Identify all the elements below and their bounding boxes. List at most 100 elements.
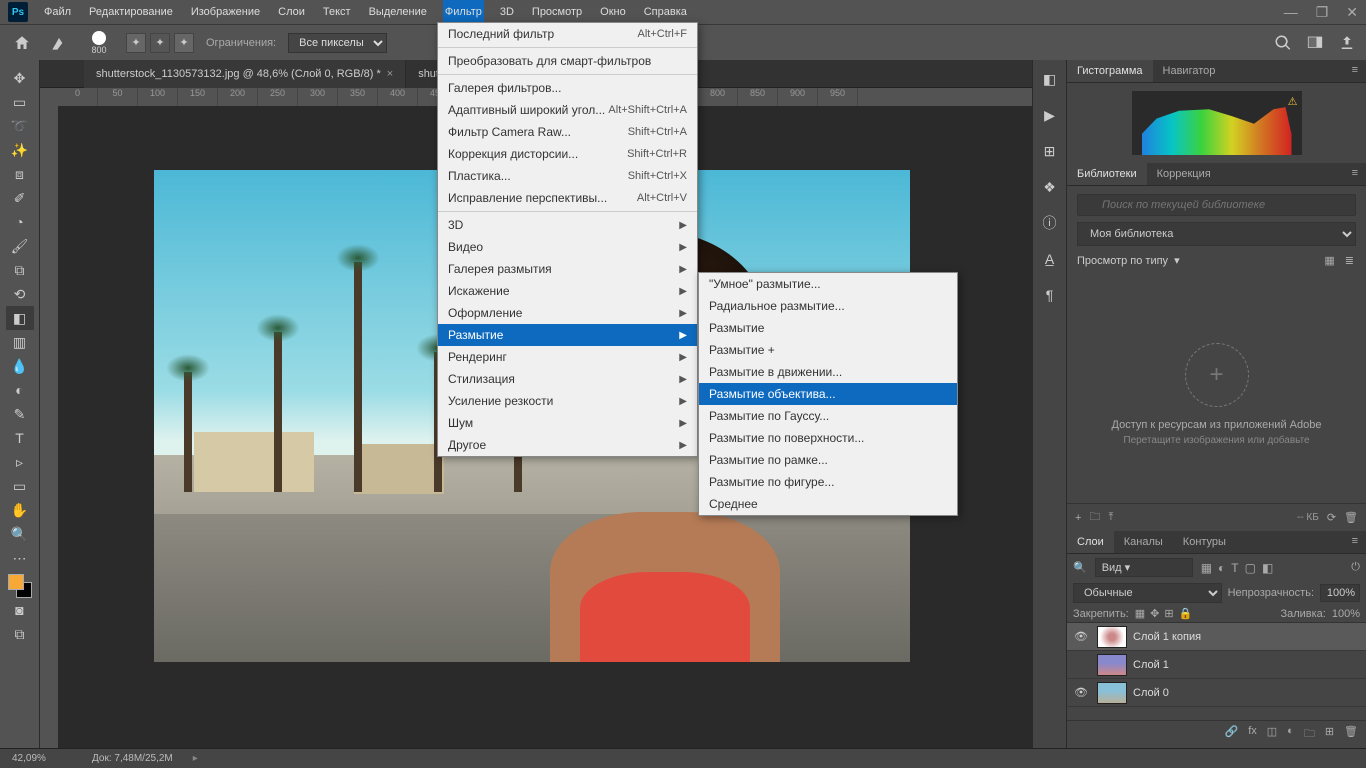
styles-panel-icon[interactable]: ❖ bbox=[1039, 176, 1061, 198]
layer-mask-icon[interactable]: ◫ bbox=[1267, 725, 1277, 744]
menu-item[interactable]: "Умное" размытие... bbox=[699, 273, 957, 295]
tab-layers[interactable]: Слои bbox=[1067, 531, 1114, 553]
tab-adjustments[interactable]: Коррекция bbox=[1147, 163, 1221, 185]
tool-crop[interactable]: ⧈ bbox=[6, 162, 34, 186]
upload-icon[interactable]: ⤒ bbox=[1108, 511, 1113, 524]
limits-select[interactable]: Все пикселы bbox=[288, 33, 387, 53]
tool-lasso[interactable]: ➰ bbox=[6, 114, 34, 138]
menu-item[interactable]: Размытие + bbox=[699, 339, 957, 361]
menu-item[interactable]: Стилизация▶ bbox=[438, 368, 697, 390]
list-view-icon[interactable]: ≣ bbox=[1343, 252, 1356, 269]
tool-shape[interactable]: ▭ bbox=[6, 474, 34, 498]
foreground-color[interactable] bbox=[8, 574, 24, 590]
lock-pixels-icon[interactable]: ▦ bbox=[1135, 607, 1145, 620]
library-search-input[interactable] bbox=[1077, 194, 1356, 216]
layer-group-icon[interactable]: 🗀 bbox=[1304, 725, 1315, 744]
menu-item[interactable]: Фильтр Camera Raw...Shift+Ctrl+A bbox=[438, 121, 697, 143]
layer-name[interactable]: Слой 1 bbox=[1133, 659, 1169, 671]
tab-histogram[interactable]: Гистограмма bbox=[1067, 60, 1153, 82]
filter-adjust-icon[interactable]: ◐ bbox=[1218, 561, 1225, 575]
menu-item[interactable]: Последний фильтрAlt+Ctrl+F bbox=[438, 23, 697, 45]
menu-item[interactable]: Коррекция дисторсии...Shift+Ctrl+R bbox=[438, 143, 697, 165]
close-icon[interactable]: ✕ bbox=[1346, 4, 1358, 21]
minimize-icon[interactable]: — bbox=[1284, 4, 1298, 21]
tool-dodge[interactable]: ◐ bbox=[6, 378, 34, 402]
layer-thumbnail[interactable] bbox=[1097, 682, 1127, 704]
layer-row[interactable]: Слой 1 bbox=[1067, 651, 1366, 679]
tool-magic-wand[interactable]: ✨ bbox=[6, 138, 34, 162]
tool-clone[interactable]: ⧉ bbox=[6, 258, 34, 282]
menu-item[interactable]: Размытие объектива... bbox=[699, 383, 957, 405]
maximize-icon[interactable]: ❐ bbox=[1316, 4, 1329, 21]
menu-item[interactable]: Размытие по поверхности... bbox=[699, 427, 957, 449]
visibility-icon[interactable]: 👁 bbox=[1071, 630, 1091, 643]
menu-item[interactable]: Исправление перспективы...Alt+Ctrl+V bbox=[438, 187, 697, 209]
layer-row[interactable]: 👁 Слой 0 bbox=[1067, 679, 1366, 707]
menu-window[interactable]: Окно bbox=[598, 0, 628, 24]
adjustment-layer-icon[interactable]: ◐ bbox=[1287, 725, 1294, 744]
tool-move[interactable]: ✥ bbox=[6, 66, 34, 90]
home-icon[interactable] bbox=[10, 31, 34, 55]
brush-preview[interactable]: 800 bbox=[84, 28, 114, 58]
close-icon[interactable]: × bbox=[387, 68, 393, 80]
tool-marquee[interactable]: ▭ bbox=[6, 90, 34, 114]
tool-edit-toolbar[interactable]: ⋯ bbox=[6, 546, 34, 570]
character-panel-icon[interactable]: A̲ bbox=[1039, 248, 1061, 270]
screen-mode-icon[interactable]: ⧉ bbox=[6, 622, 34, 646]
search-icon[interactable] bbox=[1274, 34, 1292, 52]
sync-icon[interactable]: ⟳ bbox=[1327, 511, 1336, 524]
tool-hand[interactable]: ✋ bbox=[6, 498, 34, 522]
actions-panel-icon[interactable]: ▶ bbox=[1039, 104, 1061, 126]
filter-shape-icon[interactable]: ▢ bbox=[1245, 561, 1256, 575]
menu-item[interactable]: Адаптивный широкий угол...Alt+Shift+Ctrl… bbox=[438, 99, 697, 121]
tool-spot-heal[interactable]: ◔ bbox=[6, 210, 34, 234]
layer-name[interactable]: Слой 0 bbox=[1133, 687, 1169, 699]
layer-name[interactable]: Слой 1 копия bbox=[1133, 631, 1201, 643]
info-panel-icon[interactable]: ⓘ bbox=[1039, 212, 1061, 234]
tool-zoom[interactable]: 🔍 bbox=[6, 522, 34, 546]
menu-item[interactable]: Оформление▶ bbox=[438, 302, 697, 324]
menu-layers[interactable]: Слои bbox=[276, 0, 307, 24]
visibility-icon[interactable]: 👁 bbox=[1071, 686, 1091, 699]
sampling-bg-icon[interactable]: ✦ bbox=[174, 33, 194, 53]
tool-brush[interactable]: 🖌 bbox=[6, 234, 34, 258]
sampling-once-icon[interactable]: ✦ bbox=[150, 33, 170, 53]
menu-item[interactable]: Рендеринг▶ bbox=[438, 346, 697, 368]
menu-view[interactable]: Просмотр bbox=[530, 0, 584, 24]
tool-pen[interactable]: ✎ bbox=[6, 402, 34, 426]
menu-edit[interactable]: Редактирование bbox=[87, 0, 175, 24]
paragraph-panel-icon[interactable]: ¶ bbox=[1039, 284, 1061, 306]
grid-view-icon[interactable]: ▦ bbox=[1322, 252, 1336, 269]
menu-text[interactable]: Текст bbox=[321, 0, 353, 24]
menu-item[interactable]: Пластика...Shift+Ctrl+X bbox=[438, 165, 697, 187]
tab-libraries[interactable]: Библиотеки bbox=[1067, 163, 1147, 185]
filter-smart-icon[interactable]: ◧ bbox=[1262, 561, 1273, 575]
panel-menu-icon[interactable]: ≡ bbox=[1344, 163, 1366, 185]
library-select[interactable]: Моя библиотека bbox=[1077, 222, 1356, 246]
tool-history-brush[interactable]: ⟲ bbox=[6, 282, 34, 306]
menu-item[interactable]: Шум▶ bbox=[438, 412, 697, 434]
warning-icon[interactable]: ⚠ bbox=[1288, 95, 1298, 108]
menu-item[interactable]: Галерея фильтров... bbox=[438, 77, 697, 99]
link-layers-icon[interactable]: 🔗 bbox=[1224, 725, 1238, 744]
color-swatches[interactable] bbox=[8, 574, 32, 598]
layer-fx-icon[interactable]: fx bbox=[1248, 725, 1257, 744]
layer-thumbnail[interactable] bbox=[1097, 654, 1127, 676]
tool-blur[interactable]: 💧 bbox=[6, 354, 34, 378]
opacity-value[interactable]: 100% bbox=[1320, 584, 1360, 602]
menu-item[interactable]: Размытие в движении... bbox=[699, 361, 957, 383]
history-panel-icon[interactable]: ◧ bbox=[1039, 68, 1061, 90]
panel-menu-icon[interactable]: ≡ bbox=[1344, 60, 1366, 82]
menu-item[interactable]: Искажение▶ bbox=[438, 280, 697, 302]
tool-type[interactable]: T bbox=[6, 426, 34, 450]
add-folder-icon[interactable]: 🗀 bbox=[1089, 508, 1100, 527]
tool-path-select[interactable]: ▹ bbox=[6, 450, 34, 474]
properties-panel-icon[interactable]: ⊞ bbox=[1039, 140, 1061, 162]
lock-position-icon[interactable]: ✥ bbox=[1150, 607, 1159, 620]
menu-image[interactable]: Изображение bbox=[189, 0, 262, 24]
layer-row[interactable]: 👁 Слой 1 копия bbox=[1067, 623, 1366, 651]
menu-item[interactable]: Среднее bbox=[699, 493, 957, 515]
doc-info[interactable]: Док: 7,48М/25,2М bbox=[92, 753, 173, 764]
layer-thumbnail[interactable] bbox=[1097, 626, 1127, 648]
menu-select[interactable]: Выделение bbox=[367, 0, 429, 24]
